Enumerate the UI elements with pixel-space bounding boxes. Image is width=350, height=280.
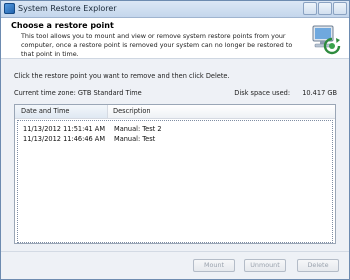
table-row[interactable]: 11/13/2012 11:51:41 AM Manual: Test 2	[20, 124, 330, 134]
header-title: Choose a restore point	[11, 21, 114, 30]
header-panel: Choose a restore point This tool allows …	[1, 18, 349, 59]
row-description: Manual: Test 2	[114, 125, 162, 133]
close-button[interactable]	[333, 2, 347, 15]
header-description: This tool allows you to mount and view o…	[21, 32, 293, 58]
instruction-text: Click the restore point you want to remo…	[14, 72, 230, 80]
computer-restore-icon	[312, 25, 341, 55]
disk-space-info: Disk space used: 10.417 GB	[234, 89, 337, 98]
row-datetime: 11/13/2012 11:46:46 AM	[23, 135, 106, 143]
window-title: System Restore Explorer	[18, 4, 117, 13]
mount-button[interactable]: Mount	[193, 259, 235, 272]
delete-button[interactable]: Delete	[297, 259, 339, 272]
list-body[interactable]: 11/13/2012 11:51:41 AM Manual: Test 2 11…	[17, 120, 333, 243]
minimize-button[interactable]	[303, 2, 317, 15]
unmount-button[interactable]: Unmount	[244, 259, 286, 272]
app-icon	[4, 3, 15, 14]
restore-points-list[interactable]: Date and Time Description 11/13/2012 11:…	[14, 104, 336, 244]
timezone-value: GTB Standard Time	[77, 89, 142, 97]
row-datetime: 11/13/2012 11:51:41 AM	[23, 125, 106, 133]
column-header-description[interactable]: Description	[108, 105, 335, 118]
row-description: Manual: Test	[114, 135, 156, 143]
info-row: Current time zone: GTB Standard Time Dis…	[14, 89, 337, 99]
app-window: System Restore Explorer Choose a restore…	[0, 0, 350, 280]
timezone-info: Current time zone: GTB Standard Time	[14, 89, 142, 98]
list-header: Date and Time Description	[15, 105, 335, 119]
maximize-button[interactable]	[318, 2, 332, 15]
disk-space-label: Disk space used:	[234, 89, 291, 97]
title-bar[interactable]: System Restore Explorer	[1, 1, 349, 18]
timezone-label: Current time zone:	[14, 89, 76, 97]
footer-divider	[1, 251, 349, 252]
disk-space-value: 10.417 GB	[302, 89, 337, 97]
column-header-date[interactable]: Date and Time	[15, 105, 108, 118]
table-row[interactable]: 11/13/2012 11:46:46 AM Manual: Test	[20, 134, 330, 144]
caption-buttons	[302, 2, 347, 15]
